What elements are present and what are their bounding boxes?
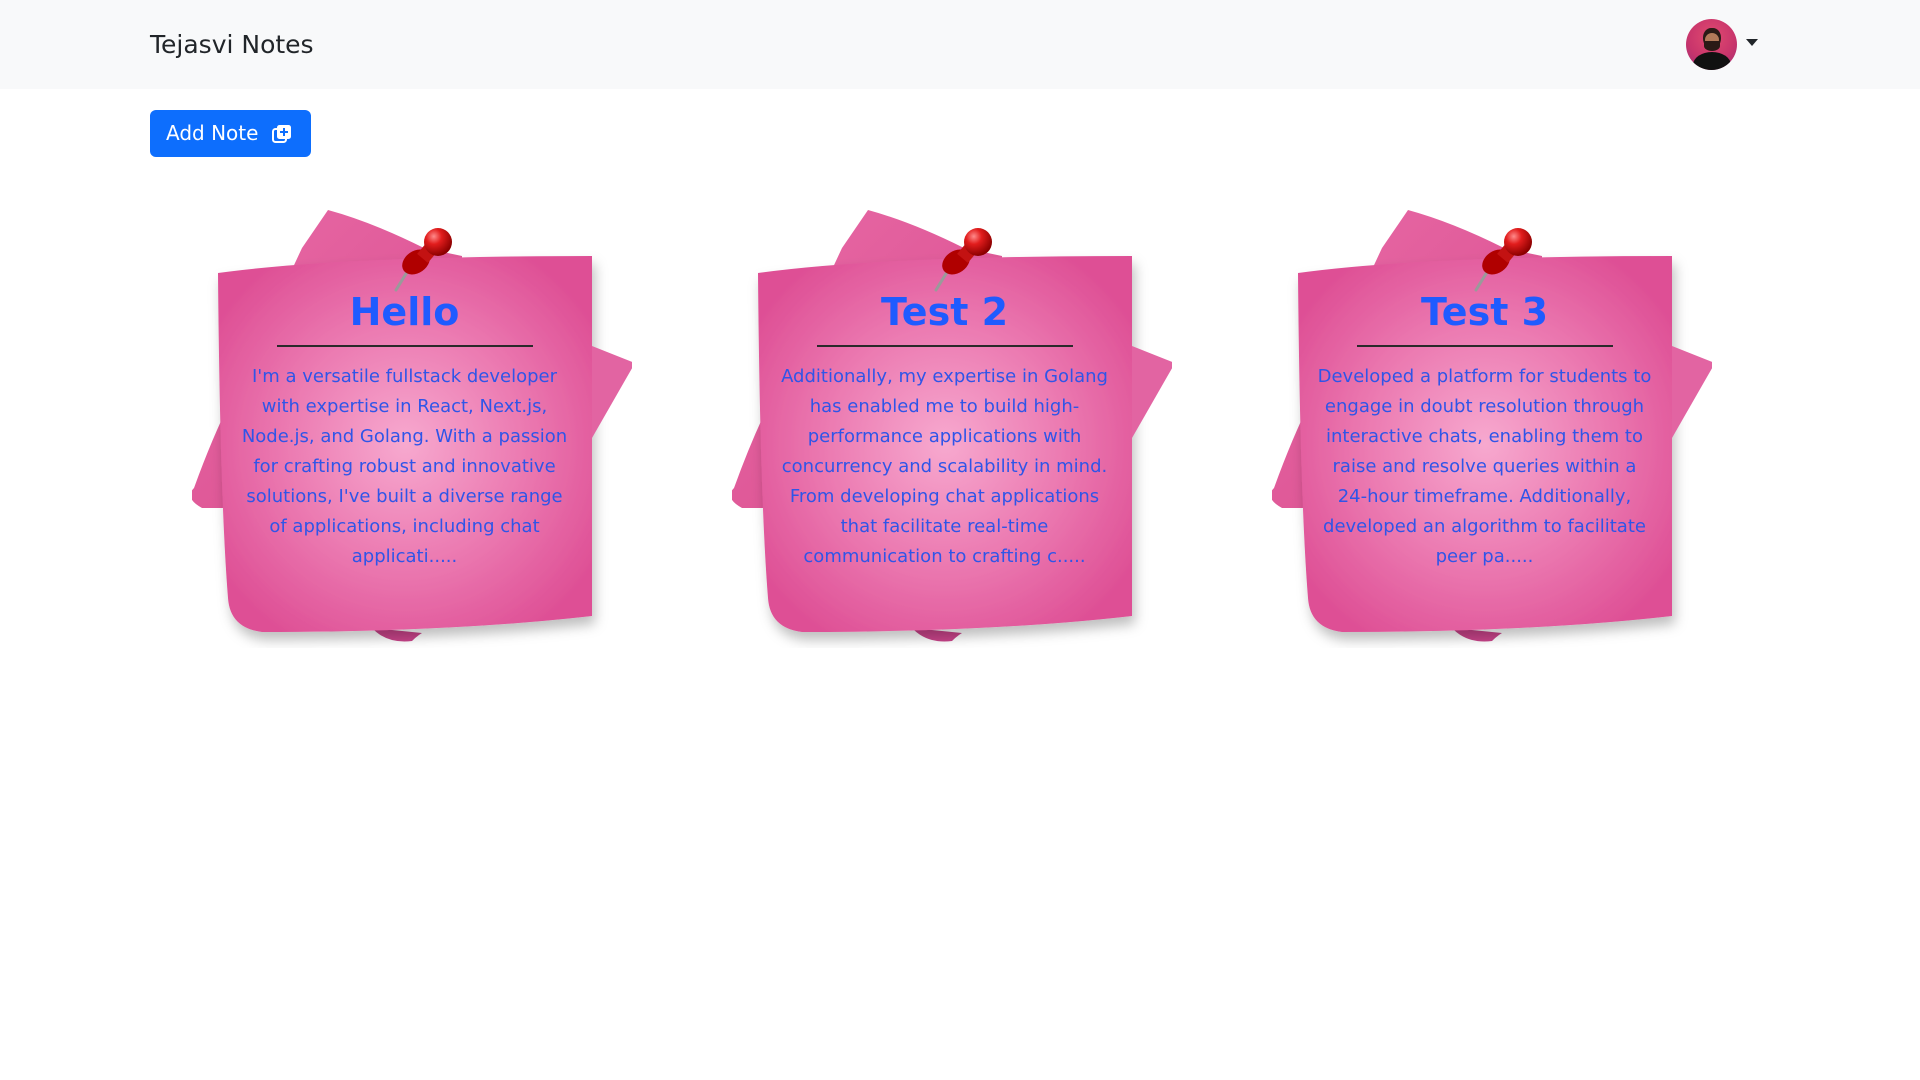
note-card[interactable]: Hello I'm a versatile fullstack develope… — [192, 208, 632, 648]
pushpin-icon — [1474, 228, 1532, 292]
pushpin-icon — [394, 228, 452, 292]
pushpin-icon — [934, 228, 992, 292]
note-divider — [1357, 345, 1613, 347]
note-divider — [277, 345, 533, 347]
note-body: I'm a versatile fullstack developer with… — [241, 366, 568, 567]
note-title: Test 3 — [1420, 290, 1549, 334]
notes-grid: Hello I'm a versatile fullstack develope… — [0, 0, 1920, 700]
note-body: Developed a platform for students to eng… — [1317, 366, 1652, 567]
note-title: Hello — [349, 290, 460, 334]
note-divider — [817, 345, 1073, 347]
note-card[interactable]: Test 3 Developed a platform for students… — [1272, 208, 1712, 648]
note-title: Test 2 — [880, 290, 1009, 334]
note-card[interactable]: Test 2 Additionally, my expertise in Gol… — [732, 208, 1172, 648]
note-body: Additionally, my expertise in Golang has… — [781, 366, 1108, 567]
